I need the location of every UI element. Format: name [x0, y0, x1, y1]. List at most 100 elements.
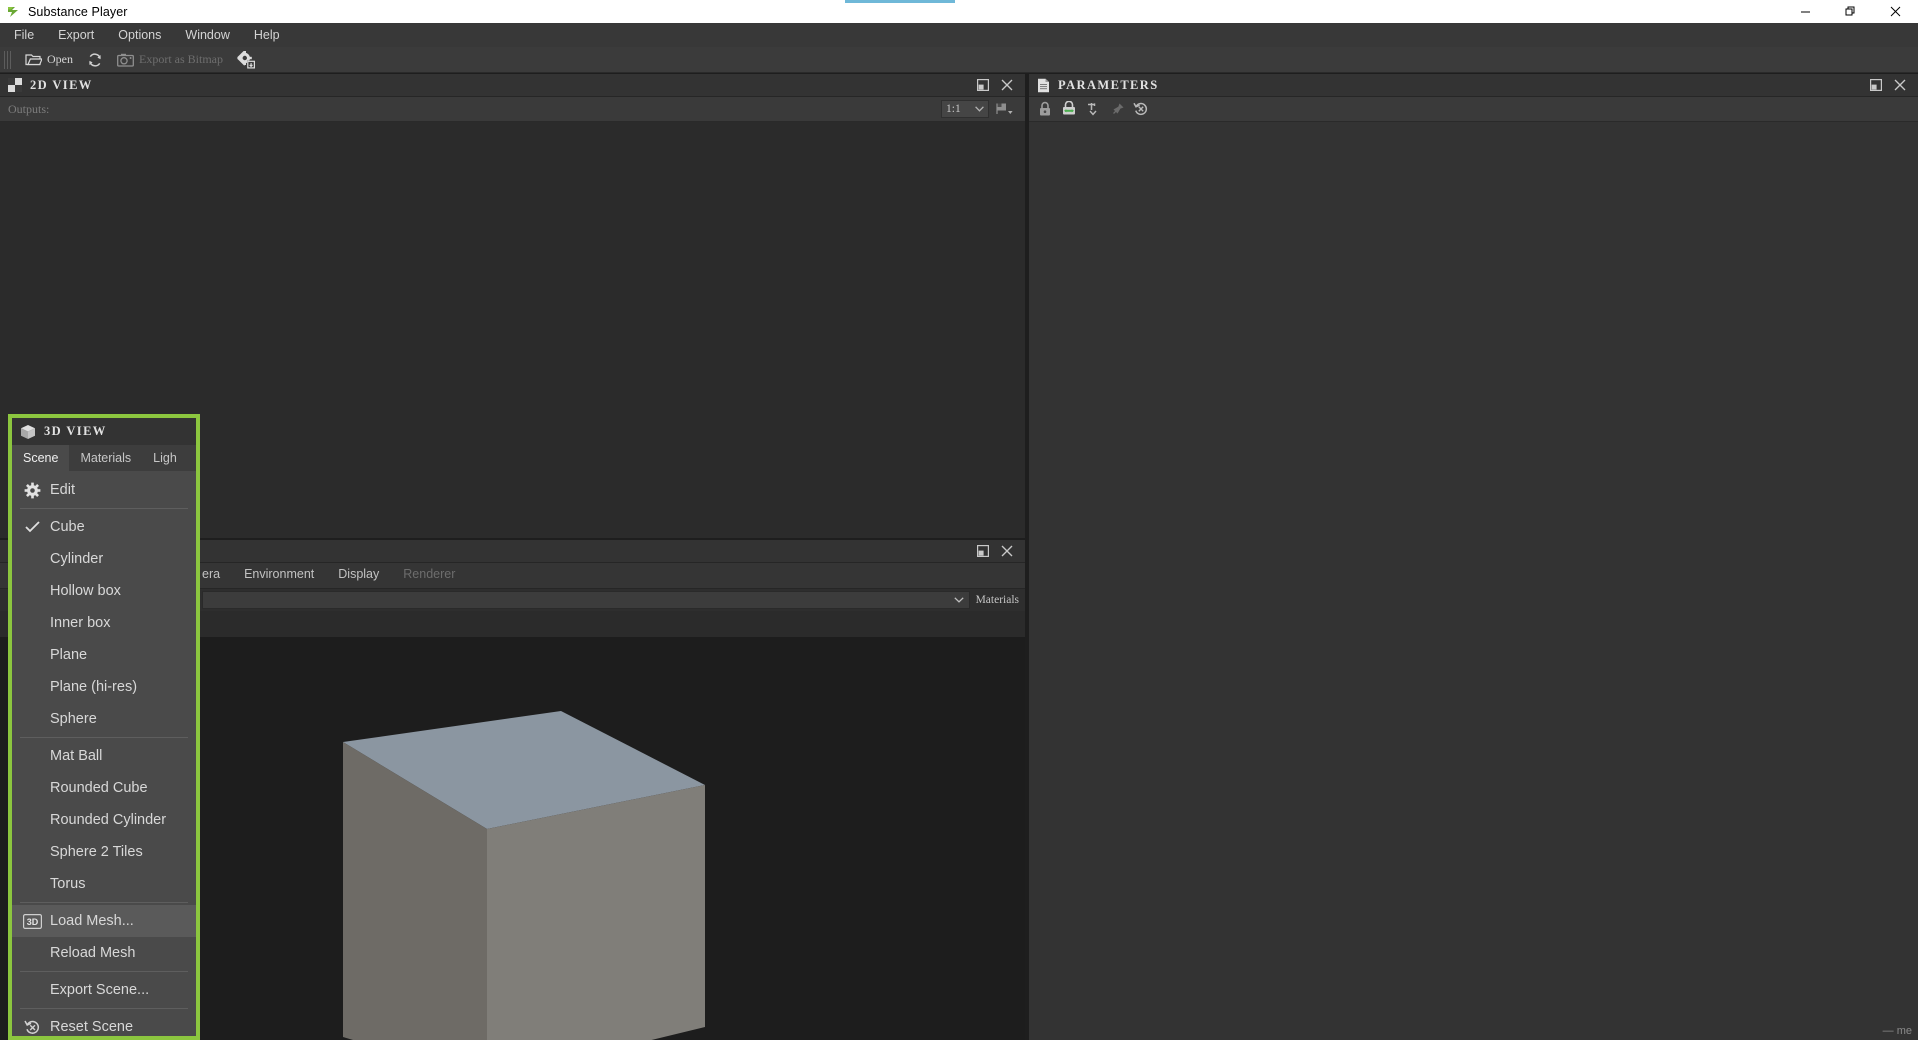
materials-label: Materials — [975, 594, 1019, 606]
menu-file[interactable]: File — [4, 25, 44, 45]
chevron-down-icon — [953, 597, 964, 603]
menu-item-load-mesh-label: Load Mesh... — [50, 913, 134, 929]
menu-item-reload-mesh-label: Reload Mesh — [50, 945, 136, 961]
menu-item-sphere[interactable]: Sphere — [12, 703, 196, 735]
parameters-content — [1029, 122, 1918, 1040]
panel-2d-view-title: 2D VIEW — [30, 77, 93, 92]
menu-item-torus[interactable]: Torus — [12, 868, 196, 900]
menu-window[interactable]: Window — [175, 25, 239, 45]
menu-item-cube-label: Cube — [50, 519, 85, 535]
panel-parameters-header[interactable]: PARAMETERS — [1029, 74, 1918, 97]
window-controls — [1783, 0, 1918, 23]
zoom-level-value: 1:1 — [946, 103, 961, 115]
menu-3d-view-items: Edit Cube Cylinder Hollow box Inner box … — [12, 471, 196, 1036]
menu-help[interactable]: Help — [244, 25, 290, 45]
export-as-bitmap-button[interactable]: Export as Bitmap — [110, 49, 230, 71]
menu-item-plane-hires-label: Plane (hi-res) — [50, 679, 138, 695]
menu-item-mat-ball[interactable]: Mat Ball — [12, 740, 196, 772]
tab-renderer[interactable]: Renderer — [391, 563, 467, 588]
menu-item-rounded-cube[interactable]: Rounded Cube — [12, 772, 196, 804]
menu-item-hollow-box[interactable]: Hollow box — [12, 575, 196, 607]
window-titlebar: Substance Player — [0, 0, 1918, 23]
menu-item-reload-mesh[interactable]: Reload Mesh — [12, 937, 196, 969]
menu-item-edit-label: Edit — [50, 482, 75, 498]
view2d-toolbar: Outputs: 1:1 — [0, 97, 1025, 122]
panel-3d-view-buttons — [973, 542, 1025, 560]
panel-2d-view-header[interactable]: 2D VIEW — [0, 74, 1025, 97]
tab-environment[interactable]: Environment — [232, 563, 326, 588]
settings-export-button[interactable] — [230, 49, 263, 71]
menu-options[interactable]: Options — [108, 25, 171, 45]
menu-item-export-scene[interactable]: Export Scene... — [12, 974, 196, 1006]
window-title: Substance Player — [28, 4, 128, 19]
outputs-label: Outputs: — [8, 101, 50, 116]
link-chain-icon[interactable] — [1059, 100, 1079, 118]
menu-item-sphere-2-tiles-label: Sphere 2 Tiles — [50, 844, 143, 860]
tab-display[interactable]: Display — [326, 563, 391, 588]
tab-scene[interactable]: Scene — [12, 445, 70, 471]
zoom-level-combo[interactable]: 1:1 — [941, 100, 989, 118]
menu-separator — [20, 902, 188, 903]
panel-parameters-title: PARAMETERS — [1058, 77, 1159, 92]
chevron-down-icon — [975, 106, 984, 112]
tab-lighting[interactable]: Ligh — [142, 445, 188, 471]
statusbar: — me — [1029, 1022, 1918, 1040]
menu-3d-view-header[interactable]: 3D VIEW — [12, 418, 196, 445]
camera-icon — [117, 53, 134, 67]
panel-2d-view-buttons — [973, 76, 1025, 94]
gear-export-icon — [237, 50, 256, 69]
menu-export[interactable]: Export — [48, 25, 104, 45]
menu-item-plane-hires[interactable]: Plane (hi-res) — [12, 671, 196, 703]
float-panel-icon[interactable] — [973, 76, 993, 94]
reset-history-icon[interactable] — [1131, 100, 1151, 118]
menu-3d-view-tabs: Scene Materials Ligh — [12, 445, 196, 471]
menu-item-sphere-2-tiles[interactable]: Sphere 2 Tiles — [12, 836, 196, 868]
menu-item-inner-box-label: Inner box — [50, 615, 111, 631]
menu-item-load-mesh[interactable]: 3D Load Mesh... — [12, 905, 196, 937]
menu-3d-view-title: 3D VIEW — [44, 424, 107, 438]
lock-icon[interactable] — [1035, 100, 1055, 118]
close-button[interactable] — [1873, 0, 1918, 23]
close-icon[interactable] — [997, 542, 1017, 560]
menu-3d-view-scene: 3D VIEW Scene Materials Ligh Edit Cube C… — [8, 414, 200, 1040]
menu-item-reset-scene-label: Reset Scene — [50, 1019, 134, 1035]
document-icon — [1037, 78, 1050, 93]
menu-item-cube[interactable]: Cube — [12, 511, 196, 543]
menu-item-plane-label: Plane — [50, 647, 88, 663]
restore-button[interactable] — [1828, 0, 1873, 23]
close-icon[interactable] — [1890, 76, 1910, 94]
menu-item-edit[interactable]: Edit — [12, 474, 196, 506]
open-button[interactable]: Open — [18, 49, 80, 71]
channel-flag-icon[interactable] — [995, 100, 1015, 118]
float-panel-icon[interactable] — [1866, 76, 1886, 94]
toolbar-grip[interactable] — [4, 50, 13, 69]
menu-item-sphere-label: Sphere — [50, 711, 97, 727]
float-panel-icon[interactable] — [973, 542, 993, 560]
mesh-3d-icon: 3D — [20, 913, 44, 929]
statusbar-text: — me — [1882, 1025, 1912, 1037]
menu-item-inner-box[interactable]: Inner box — [12, 607, 196, 639]
menu-item-export-scene-label: Export Scene... — [50, 982, 150, 998]
menubar: File Export Options Window Help — [0, 23, 1918, 47]
pin-down-icon[interactable] — [1083, 100, 1103, 118]
panel-parameters-buttons — [1866, 76, 1918, 94]
menu-item-plane[interactable]: Plane — [12, 639, 196, 671]
menu-item-reset-scene[interactable]: Reset Scene — [12, 1011, 196, 1036]
menu-item-rounded-cylinder-label: Rounded Cylinder — [50, 812, 167, 828]
menu-item-cylinder-label: Cylinder — [50, 551, 104, 567]
menu-item-torus-label: Torus — [50, 876, 86, 892]
minimize-button[interactable] — [1783, 0, 1828, 23]
tab-materials[interactable]: Materials — [69, 445, 142, 471]
menu-separator — [20, 971, 188, 972]
menu-item-cylinder[interactable]: Cylinder — [12, 543, 196, 575]
material-combo[interactable] — [202, 591, 970, 609]
refresh-button[interactable] — [80, 49, 110, 71]
menu-item-rounded-cylinder[interactable]: Rounded Cylinder — [12, 804, 196, 836]
menu-separator — [20, 737, 188, 738]
svg-text:3D: 3D — [26, 917, 38, 927]
reset-history-icon — [20, 1019, 44, 1036]
close-icon[interactable] — [997, 76, 1017, 94]
main-toolbar: Open Export as Bitmap — [0, 47, 1918, 73]
open-label: Open — [47, 52, 73, 66]
pin-icon[interactable] — [1107, 100, 1127, 118]
